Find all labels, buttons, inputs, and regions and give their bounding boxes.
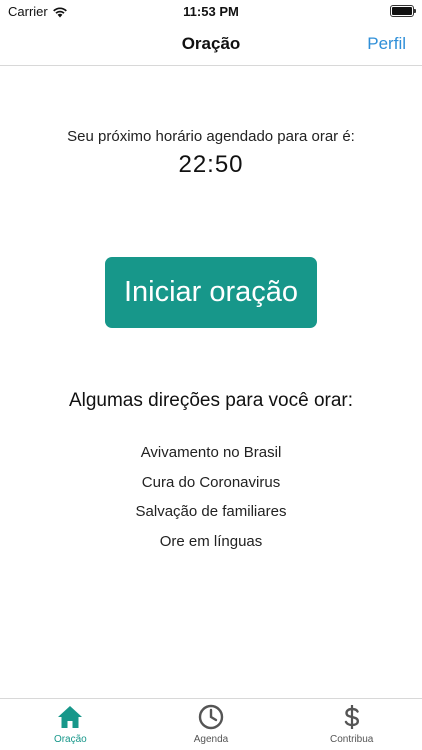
dollar-icon <box>344 705 359 729</box>
directions-list: Avivamento no Brasil Cura do Coronavirus… <box>0 438 422 556</box>
battery-icon <box>390 5 416 17</box>
direction-item: Avivamento no Brasil <box>140 444 282 461</box>
schedule-label: Seu próximo horário agendado para orar é… <box>67 128 355 145</box>
direction-item: Salvação de familiares <box>135 503 287 520</box>
directions-title: Algumas direções para você orar: <box>68 390 354 411</box>
direction-item: Ore em línguas <box>159 532 263 550</box>
tab-bar: Oração Agenda Contribua <box>0 698 422 750</box>
tab-oracao[interactable]: Oração <box>0 699 141 750</box>
home-icon <box>58 706 83 728</box>
navigation-bar: Oração Perfil <box>0 24 422 66</box>
status-time: 11:53 PM <box>183 4 239 19</box>
status-bar: Carrier 11:53 PM <box>0 0 422 24</box>
clock-icon <box>198 704 224 730</box>
tab-label: Oração <box>53 734 87 745</box>
directions-section: Algumas direções para você orar: Avivame… <box>0 390 422 556</box>
schedule-time: 22:50 <box>178 151 244 178</box>
profile-button[interactable]: Perfil <box>367 34 406 54</box>
start-prayer-button[interactable]: Iniciar oração <box>105 257 317 328</box>
direction-item: Cura do Coronavirus <box>141 473 281 491</box>
tab-label: Contribua <box>330 734 374 745</box>
schedule-section: Seu próximo horário agendado para orar é… <box>0 128 422 179</box>
tab-agenda[interactable]: Agenda <box>141 699 282 750</box>
tab-label: Agenda <box>193 734 229 745</box>
tab-contribua[interactable]: Contribua <box>281 699 422 750</box>
page-title: Oração <box>181 34 241 53</box>
